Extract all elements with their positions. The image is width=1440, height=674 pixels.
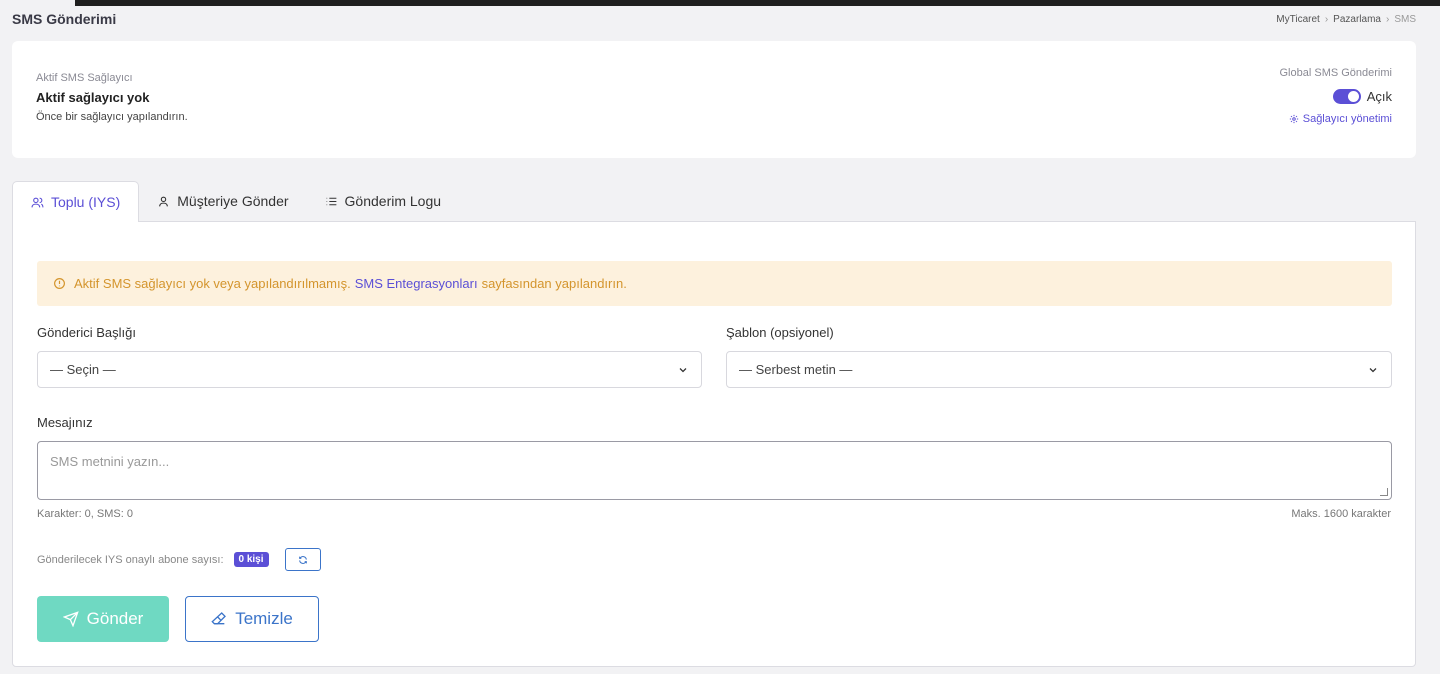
provider-management-label: Sağlayıcı yönetimi — [1302, 113, 1392, 125]
active-provider-label: Aktif SMS Sağlayıcı — [36, 72, 133, 84]
breadcrumb-item-pazarlama[interactable]: Pazarlama — [1333, 14, 1381, 25]
global-sms-toggle-row: Açık — [1280, 89, 1392, 104]
breadcrumb: MyTicaret › Pazarlama › SMS — [1276, 14, 1416, 25]
tab-bulk-iys-label: Toplu (IYS) — [51, 194, 121, 210]
alert-text-after: sayfasından yapılandırın. — [481, 276, 627, 291]
sender-select[interactable]: — Seçin — — [37, 351, 702, 388]
user-icon — [159, 196, 169, 206]
page-title: SMS Gönderimi — [12, 11, 117, 27]
page-header: SMS Gönderimi MyTicaret › Pazarlama › SM… — [12, 9, 1416, 29]
provider-management-link[interactable]: Sağlayıcı yönetimi — [1280, 113, 1392, 125]
send-button[interactable]: Gönder — [37, 596, 169, 642]
chevron-right-icon: › — [1324, 13, 1329, 25]
bulk-sms-panel: Aktif SMS sağlayıcı yok veya yapılandırı… — [12, 221, 1416, 667]
chevron-down-icon — [679, 367, 687, 372]
template-select[interactable]: — Serbest metin — — [726, 351, 1392, 388]
list-icon — [326, 197, 336, 205]
alert-circle-icon — [54, 278, 65, 289]
no-provider-alert: Aktif SMS sağlayıcı yok veya yapılandırı… — [37, 261, 1392, 306]
global-sms-settings: Global SMS Gönderimi Açık Sağlayıcı yöne… — [1280, 67, 1393, 125]
tab-send-to-customer[interactable]: Müşteriye Gönder — [139, 181, 306, 221]
chevron-right-icon: › — [1385, 13, 1390, 25]
tab-bulk-iys[interactable]: Toplu (IYS) — [12, 181, 140, 222]
sender-select-value: — Seçin — — [50, 362, 116, 377]
sender-label: Gönderici Başlığı — [37, 325, 136, 340]
active-provider-info: Aktif SMS Sağlayıcı Aktif sağlayıcı yok … — [36, 72, 188, 123]
eraser-icon — [211, 612, 227, 625]
chevron-down-icon — [1369, 367, 1377, 372]
active-provider-hint: Önce bir sağlayıcı yapılandırın. — [36, 111, 188, 123]
send-icon — [62, 611, 79, 627]
tab-bar: Toplu (IYS) Müşteriye Gönder Gönderim Lo… — [12, 181, 459, 222]
subscriber-count-label: Gönderilecek IYS onaylı abone sayısı: — [37, 553, 224, 566]
provider-card: Aktif SMS Sağlayıcı Aktif sağlayıcı yok … — [12, 41, 1416, 158]
users-icon — [31, 197, 44, 207]
active-provider-value: Aktif sağlayıcı yok — [36, 90, 150, 105]
message-textarea[interactable]: SMS metnini yazın... — [37, 441, 1392, 500]
gear-icon — [1289, 114, 1298, 124]
subscriber-count-row: Gönderilecek IYS onaylı abone sayısı: 0 … — [37, 548, 321, 571]
subscriber-count-badge: 0 kişi — [233, 552, 269, 567]
tab-send-to-customer-label: Müşteriye Gönder — [177, 193, 289, 209]
message-label: Mesajınız — [37, 415, 93, 430]
refresh-icon — [298, 555, 307, 564]
tab-send-log-label: Gönderim Logu — [344, 193, 442, 209]
clear-button-label: Temizle — [235, 609, 293, 628]
refresh-count-button[interactable] — [284, 548, 321, 571]
clear-button[interactable]: Temizle — [185, 596, 319, 642]
alert-text-before: Aktif SMS sağlayıcı yok veya yapılandırı… — [74, 276, 351, 291]
top-bar — [75, 0, 1440, 6]
character-counter: Karakter: 0, SMS: 0 — [37, 508, 133, 520]
breadcrumb-item-sms: SMS — [1394, 13, 1416, 25]
global-sms-toggle[interactable] — [1332, 89, 1361, 104]
sms-integrations-link[interactable]: SMS Entegrasyonları — [355, 276, 478, 291]
max-characters: Maks. 1600 karakter — [1291, 508, 1391, 520]
tab-send-log[interactable]: Gönderim Logu — [307, 181, 460, 221]
breadcrumb-item-myticaret[interactable]: MyTicaret — [1276, 14, 1320, 25]
template-label: Şablon (opsiyonel) — [726, 325, 834, 340]
global-sms-label: Global SMS Gönderimi — [1279, 67, 1393, 79]
template-select-value: — Serbest metin — — [739, 362, 853, 377]
send-button-label: Gönder — [86, 609, 144, 628]
resize-handle[interactable] — [1380, 488, 1388, 496]
global-sms-toggle-label: Açık — [1366, 89, 1392, 104]
message-placeholder: SMS metnini yazın... — [50, 454, 170, 469]
